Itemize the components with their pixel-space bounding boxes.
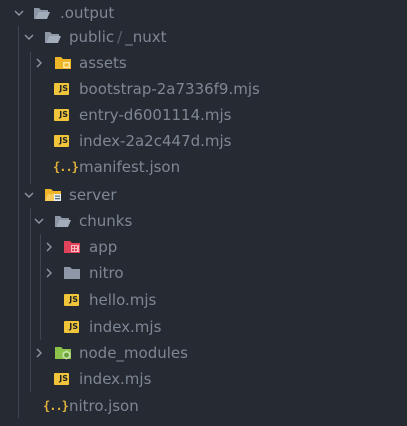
tree-item-label: index.mjs — [89, 318, 162, 336]
javascript-file-icon: JS — [54, 109, 69, 121]
path-separator: / — [117, 28, 123, 46]
tree-item-label: hello.mjs — [89, 291, 157, 309]
folder-server-icon — [44, 188, 62, 202]
javascript-file-icon: JS — [64, 294, 79, 306]
tree-item-output-folder[interactable]: .output — [0, 0, 407, 26]
javascript-file-icon: JS — [54, 135, 69, 147]
tree-item-label: node_modules — [79, 344, 188, 362]
javascript-file-icon: JS — [54, 83, 69, 95]
chevron-down-icon — [24, 190, 34, 200]
tree-item-entry-file[interactable]: JS entry-d6001114.mjs — [0, 102, 407, 128]
tree-item-nitro-json-file[interactable]: {..} nitro.json — [0, 393, 407, 419]
tree-item-public-nuxt-folder[interactable]: public / _nuxt — [0, 24, 407, 50]
chevron-down-icon — [34, 216, 44, 226]
tree-item-label: app — [89, 238, 118, 256]
tree-item-assets-folder[interactable]: assets — [0, 50, 407, 76]
tree-item-index-file[interactable]: JS index.mjs — [0, 366, 407, 392]
tree-item-label: manifest.json — [79, 158, 181, 176]
json-file-icon: {..} — [43, 399, 69, 413]
tree-item-index-file[interactable]: JS index.mjs — [0, 314, 407, 340]
tree-item-label-nuxt: _nuxt — [125, 28, 167, 46]
tree-item-label: chunks — [79, 212, 133, 230]
json-file-icon: {..} — [53, 160, 79, 174]
javascript-file-icon: JS — [64, 321, 79, 333]
chevron-right-icon — [44, 242, 54, 252]
tree-item-node-modules-folder[interactable]: node_modules — [0, 340, 407, 366]
chevron-right-icon — [34, 58, 44, 68]
folder-open-icon — [54, 214, 72, 228]
tree-item-server-folder[interactable]: server — [0, 182, 407, 208]
tree-item-index-file[interactable]: JS index-2a2c447d.mjs — [0, 128, 407, 154]
chevron-right-icon — [44, 268, 54, 278]
chevron-down-icon — [14, 8, 24, 18]
tree-item-label: index-2a2c447d.mjs — [79, 132, 232, 150]
chevron-right-icon — [34, 348, 44, 358]
tree-item-nitro-folder[interactable]: nitro — [0, 260, 407, 286]
tree-item-label: server — [69, 186, 117, 204]
tree-item-label: .output — [60, 4, 115, 22]
folder-open-icon — [33, 6, 51, 20]
javascript-file-icon: JS — [54, 373, 69, 385]
folder-assets-icon — [54, 56, 72, 70]
tree-item-chunks-folder[interactable]: chunks — [0, 208, 407, 234]
tree-item-app-folder[interactable]: app — [0, 234, 407, 260]
tree-item-label-public: public — [69, 28, 115, 46]
tree-item-hello-file[interactable]: JS hello.mjs — [0, 287, 407, 313]
tree-item-bootstrap-file[interactable]: JS bootstrap-2a7336f9.mjs — [0, 76, 407, 102]
chevron-down-icon — [24, 32, 34, 42]
file-explorer-tree: .output public / _nuxt assets JS bootstrap… — [0, 0, 407, 426]
folder-app-icon — [63, 240, 81, 254]
tree-item-label: nitro.json — [69, 397, 139, 415]
folder-node-icon — [54, 346, 72, 360]
tree-item-label: public / _nuxt — [69, 24, 166, 50]
folder-open-icon — [44, 30, 62, 44]
tree-item-label: nitro — [89, 264, 124, 282]
folder-icon — [63, 266, 81, 280]
tree-item-label: entry-d6001114.mjs — [79, 106, 232, 124]
tree-item-manifest-file[interactable]: {..} manifest.json — [0, 154, 407, 180]
tree-item-label: assets — [79, 54, 127, 72]
tree-item-label: index.mjs — [79, 370, 152, 388]
tree-item-label: bootstrap-2a7336f9.mjs — [79, 80, 260, 98]
